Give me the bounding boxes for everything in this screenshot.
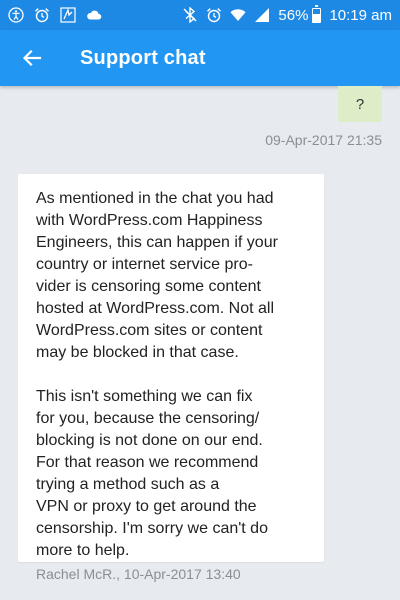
alarm-icon <box>206 7 230 23</box>
outgoing-timestamp: 09-Apr-2017 21:35 <box>265 132 382 148</box>
message-line: For that reason we recommend <box>36 454 259 471</box>
message-line: As mentioned in the chat you had <box>36 190 274 207</box>
message-line: may be blocked in that case. <box>36 344 239 361</box>
message-line: VPN or proxy to get around the <box>36 498 257 515</box>
alarm-icon <box>34 7 60 23</box>
outgoing-message[interactable]: ? <box>338 86 382 122</box>
incoming-sender-timestamp: Rachel McR., 10-Apr-2017 13:40 <box>36 566 241 582</box>
status-right-icons: 56% 10:19 am <box>182 4 392 24</box>
status-time: 10:19 am <box>329 6 392 24</box>
app-bar: Support chat <box>0 30 400 86</box>
arrow-left-icon <box>22 49 42 67</box>
battery-percent: 56% <box>278 6 309 24</box>
incoming-message[interactable]: As mentioned in the chat you had with Wo… <box>18 174 324 562</box>
message-line: blocking is not done on our end. <box>36 432 263 449</box>
bluetooth-icon <box>182 7 206 23</box>
message-line: This isn't something we can fix <box>36 388 253 405</box>
back-button[interactable] <box>4 30 60 86</box>
message-paragraph-1: As mentioned in the chat you had with Wo… <box>36 188 310 364</box>
wifi-icon <box>230 7 254 23</box>
battery-icon <box>312 4 322 23</box>
message-line: censorship. I'm sorry we can't do <box>36 520 268 537</box>
message-paragraph-2: This isn't something we can fix for you,… <box>36 386 310 562</box>
message-line: vider is censoring some content <box>36 278 261 295</box>
cloud-icon <box>86 7 112 23</box>
message-line: more to help. <box>36 542 130 559</box>
message-line: Engineers, this can happen if your <box>36 234 278 251</box>
message-line: WordPress.com sites or content <box>36 322 263 339</box>
app-notification-icon <box>60 7 86 23</box>
chat-thread[interactable]: ? 09-Apr-2017 21:35 As mentioned in the … <box>0 86 400 600</box>
message-line: country or internet service pro- <box>36 256 253 273</box>
page-title: Support chat <box>80 46 206 69</box>
signal-icon <box>254 7 278 23</box>
message-line: for you, because the censoring/ <box>36 410 260 427</box>
outgoing-message-text: ? <box>355 95 365 113</box>
accessibility-icon <box>8 7 34 23</box>
message-line: hosted at WordPress.com. Not all <box>36 300 275 317</box>
message-line: trying a method such as a <box>36 476 220 493</box>
status-bar: 56% 10:19 am <box>0 0 400 30</box>
message-line: with WordPress.com Happiness <box>36 212 263 229</box>
battery-level <box>313 14 321 22</box>
status-left-icons <box>8 7 112 23</box>
